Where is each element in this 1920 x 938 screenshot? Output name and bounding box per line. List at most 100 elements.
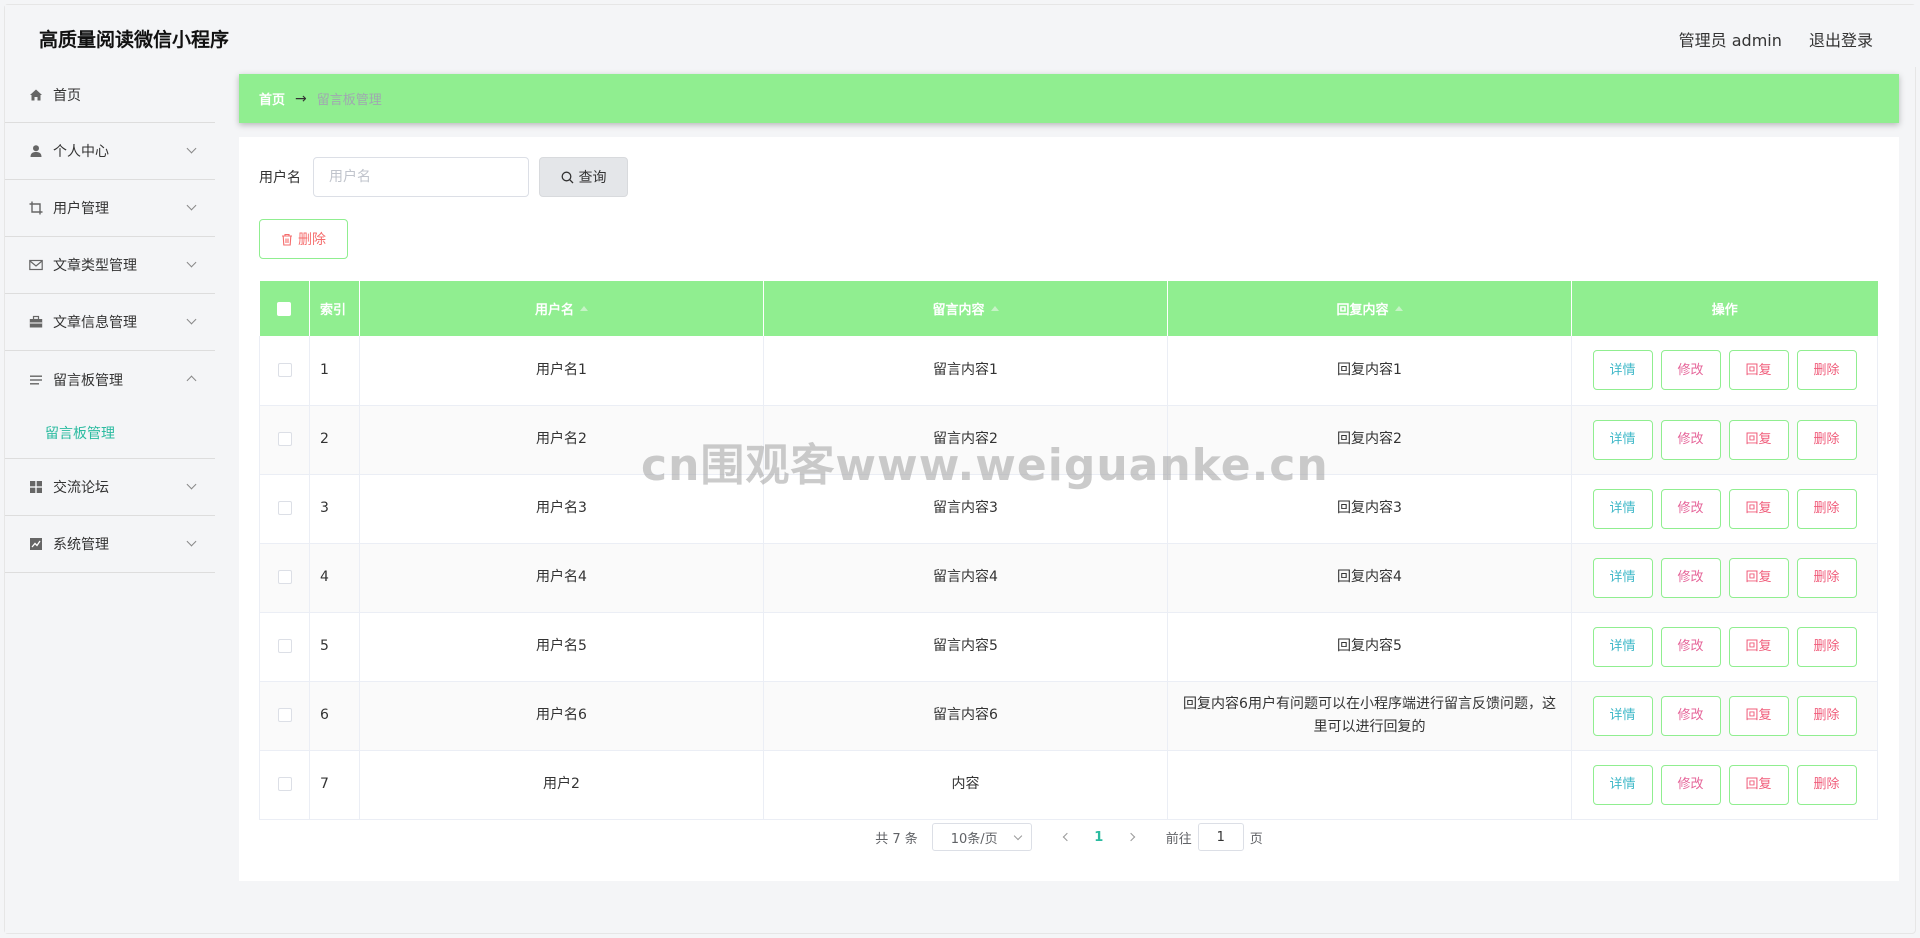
edit-button[interactable]: 修改 <box>1660 764 1721 805</box>
row-checkbox[interactable] <box>277 570 292 584</box>
message-table: 索引 用户名 留言内容 回复内容 操作 1 用户名1 留言内容1 回复内容1 详… <box>259 281 1878 820</box>
chevron-down-icon <box>1013 831 1022 841</box>
row-select-cell <box>259 336 310 405</box>
reply-button[interactable]: 回复 <box>1728 350 1789 391</box>
edit-button[interactable]: 修改 <box>1660 695 1721 736</box>
table-row: 4 用户名4 留言内容4 回复内容4 详情 修改 回复 删除 <box>259 543 1878 612</box>
username-label: 用户名 <box>259 170 301 186</box>
goto-page-input[interactable] <box>1197 823 1244 851</box>
sort-icon <box>1394 306 1403 311</box>
row-username: 用户名2 <box>359 405 764 474</box>
breadcrumb-home-link[interactable]: 首页 <box>259 89 285 108</box>
row-message: 留言内容2 <box>763 405 1168 474</box>
reply-button[interactable]: 回复 <box>1728 695 1789 736</box>
edit-button[interactable]: 修改 <box>1660 557 1721 598</box>
edit-button[interactable]: 修改 <box>1660 350 1721 391</box>
username-search-input[interactable] <box>313 157 529 197</box>
row-checkbox[interactable] <box>277 501 292 515</box>
sidebar-item-forum[interactable]: 交流论坛 <box>5 459 215 516</box>
reply-button[interactable]: 回复 <box>1728 626 1789 667</box>
row-reply <box>1167 750 1572 819</box>
header-message-label: 留言内容 <box>932 303 985 318</box>
header-index: 索引 <box>309 281 360 336</box>
detail-button[interactable]: 详情 <box>1592 557 1653 598</box>
search-button[interactable]: 查询 <box>539 157 628 197</box>
sidebar-item-user-management[interactable]: 用户管理 <box>5 180 215 237</box>
sidebar-item-personal-center[interactable]: 个人中心 <box>5 123 215 180</box>
sidebar-item-home[interactable]: 首页 <box>5 67 215 123</box>
header-username[interactable]: 用户名 <box>359 281 764 336</box>
delete-button[interactable]: 删除 <box>1796 350 1857 391</box>
row-select-cell <box>259 612 310 681</box>
row-message: 留言内容1 <box>763 336 1168 405</box>
page-number-active[interactable]: 1 <box>1082 830 1116 845</box>
logout-button[interactable]: 退出登录 <box>1809 31 1873 50</box>
sidebar-item-label: 系统管理 <box>53 537 109 553</box>
delete-button[interactable]: 删除 <box>1796 557 1857 598</box>
row-reply: 回复内容1 <box>1167 336 1572 405</box>
delete-button[interactable]: 删除 <box>1796 488 1857 529</box>
batch-delete-button[interactable]: 删除 <box>259 219 348 259</box>
edit-button[interactable]: 修改 <box>1660 488 1721 529</box>
delete-button[interactable]: 删除 <box>1796 764 1857 805</box>
reply-button[interactable]: 回复 <box>1728 557 1789 598</box>
detail-button[interactable]: 详情 <box>1592 764 1653 805</box>
grid-icon <box>29 480 43 494</box>
reply-button[interactable]: 回复 <box>1728 419 1789 460</box>
row-checkbox[interactable] <box>277 708 292 722</box>
row-checkbox[interactable] <box>277 639 292 653</box>
sidebar-item-article-type-management[interactable]: 文章类型管理 <box>5 237 215 294</box>
chevron-up-icon <box>186 375 197 386</box>
row-index: 5 <box>309 612 360 681</box>
next-page-button[interactable] <box>1116 823 1146 851</box>
sidebar-item-message-board-management[interactable]: 留言板管理 <box>5 351 215 408</box>
search-form: 用户名 查询 <box>259 157 628 197</box>
detail-button[interactable]: 详情 <box>1592 626 1653 667</box>
row-actions: 详情 修改 回复 删除 <box>1571 612 1878 681</box>
detail-button[interactable]: 详情 <box>1592 419 1653 460</box>
select-all-checkbox[interactable] <box>277 301 292 316</box>
header-message[interactable]: 留言内容 <box>763 281 1168 336</box>
sidebar-subitem-message-board[interactable]: 留言板管理 <box>5 408 215 459</box>
detail-button[interactable]: 详情 <box>1592 488 1653 529</box>
row-username: 用户2 <box>359 750 764 819</box>
sort-icon <box>990 306 999 311</box>
chevron-down-icon <box>186 257 197 268</box>
table-row: 2 用户名2 留言内容2 回复内容2 详情 修改 回复 删除 <box>259 405 1878 474</box>
detail-button[interactable]: 详情 <box>1592 350 1653 391</box>
chevron-down-icon <box>186 143 197 154</box>
admin-label: 管理员 admin <box>1678 31 1782 50</box>
table-row: 1 用户名1 留言内容1 回复内容1 详情 修改 回复 删除 <box>259 336 1878 405</box>
row-index: 7 <box>309 750 360 819</box>
trash-icon <box>281 233 293 246</box>
header-reply[interactable]: 回复内容 <box>1167 281 1572 336</box>
reply-button[interactable]: 回复 <box>1728 488 1789 529</box>
row-actions: 详情 修改 回复 删除 <box>1571 474 1878 543</box>
edit-button[interactable]: 修改 <box>1660 419 1721 460</box>
table-row: 3 用户名3 留言内容3 回复内容3 详情 修改 回复 删除 <box>259 474 1878 543</box>
sidebar-item-article-info-management[interactable]: 文章信息管理 <box>5 294 215 351</box>
row-reply: 回复内容3 <box>1167 474 1572 543</box>
row-checkbox[interactable] <box>277 432 292 446</box>
detail-button[interactable]: 详情 <box>1592 695 1653 736</box>
row-checkbox[interactable] <box>277 362 292 377</box>
reply-button[interactable]: 回复 <box>1728 764 1789 805</box>
sidebar-item-system-management[interactable]: 系统管理 <box>5 516 215 573</box>
user-icon <box>29 144 43 158</box>
prev-page-button[interactable] <box>1052 823 1082 851</box>
delete-button[interactable]: 删除 <box>1796 419 1857 460</box>
row-username: 用户名6 <box>359 681 764 750</box>
top-header: 高质量阅读微信小程序 管理员 admin 退出登录 <box>5 5 1917 67</box>
page-size-select[interactable]: 10条/页 <box>931 823 1032 851</box>
delete-button[interactable]: 删除 <box>1796 626 1857 667</box>
header-username-label: 用户名 <box>534 303 574 318</box>
row-index: 2 <box>309 405 360 474</box>
delete-button[interactable]: 删除 <box>1796 695 1857 736</box>
row-actions: 详情 修改 回复 删除 <box>1571 681 1878 750</box>
row-message: 留言内容6 <box>763 681 1168 750</box>
edit-button[interactable]: 修改 <box>1660 626 1721 667</box>
search-button-label: 查询 <box>578 170 607 186</box>
sidebar-item-label: 交流论坛 <box>53 480 109 496</box>
row-checkbox[interactable] <box>277 777 292 791</box>
header-user-area: 管理员 admin 退出登录 <box>1657 27 1873 51</box>
